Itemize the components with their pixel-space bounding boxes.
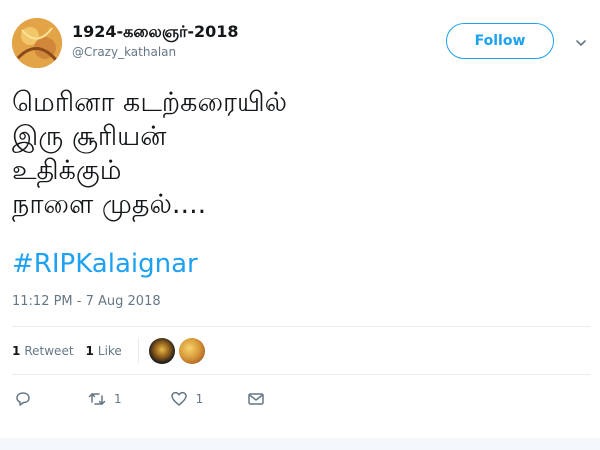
engagement-stats: 1 Retweet 1 Like — [12, 338, 209, 364]
chevron-down-icon[interactable] — [575, 37, 587, 49]
reply-button[interactable] — [14, 390, 32, 408]
retweets-count: 1 — [12, 344, 21, 358]
footer-strip — [0, 438, 600, 450]
tweet-timestamp[interactable]: 11:12 PM - 7 Aug 2018 — [12, 294, 161, 309]
divider — [12, 374, 590, 375]
stats-separator — [137, 338, 139, 364]
envelope-icon — [248, 393, 265, 405]
like-count: 1 — [195, 392, 204, 406]
heart-icon — [170, 391, 187, 406]
retweet-button[interactable]: 1 — [88, 390, 122, 408]
likes-stat[interactable]: 1 Like — [86, 344, 122, 358]
retweet-count: 1 — [114, 392, 122, 406]
tweet-actions: 1 1 — [14, 388, 265, 410]
retweets-stat[interactable]: 1 Retweet — [12, 344, 74, 358]
avatar[interactable] — [12, 18, 62, 68]
direct-message-button[interactable] — [247, 390, 265, 408]
tweet-card: 1924-கலைஞர்-2018 @Crazy_kathalan Follow … — [0, 0, 600, 450]
likes-label: Like — [97, 344, 122, 358]
tweet-text: மெரினா கடற்கரையில் இரு சூரியன் உதிக்கும்… — [12, 86, 287, 222]
liker-avatar[interactable] — [148, 338, 175, 364]
tweet-line: நாளை முதல்.... — [12, 189, 207, 220]
user-handle[interactable]: @Crazy_kathalan — [72, 45, 176, 59]
tweet-line: இரு சூரியன் — [12, 121, 167, 152]
avatar-image — [12, 18, 62, 68]
hashtag-link[interactable]: #RIPKalaignar — [12, 249, 198, 279]
tweet-line: உதிக்கும் — [12, 155, 122, 186]
divider — [12, 326, 590, 327]
reply-icon — [16, 392, 30, 406]
display-name[interactable]: 1924-கலைஞர்-2018 — [72, 22, 239, 43]
retweets-label: Retweet — [24, 344, 74, 358]
liker-avatar[interactable] — [178, 338, 205, 364]
follow-button[interactable]: Follow — [446, 23, 554, 59]
tweet-line: மெரினா கடற்கரையில் — [12, 87, 288, 118]
likes-count: 1 — [85, 344, 94, 358]
like-button[interactable]: 1 — [170, 390, 204, 408]
retweet-icon — [88, 393, 106, 405]
